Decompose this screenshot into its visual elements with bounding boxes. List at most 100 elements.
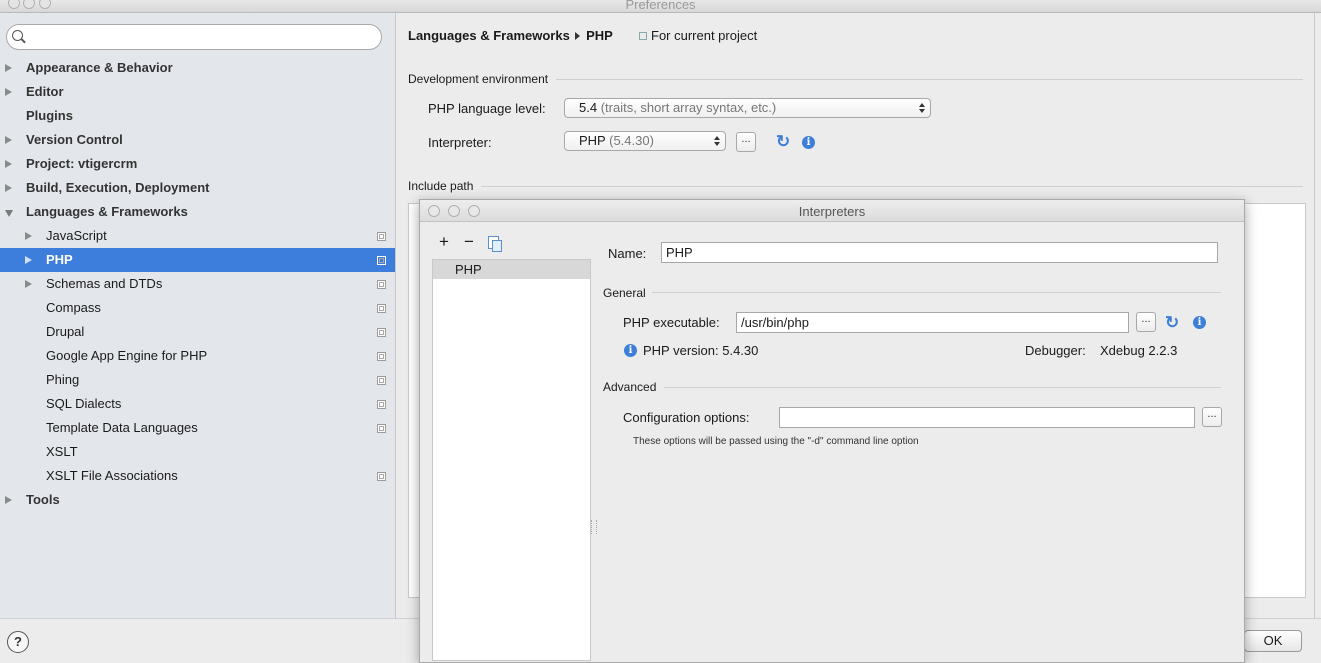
- sidebar-item[interactable]: Template Data Languages: [0, 416, 395, 440]
- sidebar-item[interactable]: Drupal: [0, 320, 395, 344]
- interpreters-dialog: Interpreters + − PHP Name: PHP General P…: [419, 199, 1245, 663]
- sidebar-item[interactable]: Compass: [0, 296, 395, 320]
- sidebar-item-label: Schemas and DTDs: [46, 276, 163, 291]
- php-executable-label: PHP executable:: [623, 315, 720, 330]
- debugger-label: Debugger:: [1025, 343, 1086, 358]
- expand-right-icon[interactable]: [5, 64, 12, 72]
- sidebar-item[interactable]: Build, Execution, Deployment: [0, 176, 395, 200]
- divider: [652, 292, 1221, 293]
- interpreter-select[interactable]: PHP (5.4.30): [564, 131, 726, 151]
- copy-interpreter-icon[interactable]: [488, 236, 502, 252]
- project-scope-icon: [377, 280, 386, 289]
- list-item[interactable]: PHP: [433, 260, 590, 279]
- expand-right-icon[interactable]: [5, 184, 12, 192]
- sidebar-item-label: PHP: [46, 252, 73, 267]
- expand-right-icon[interactable]: [5, 160, 12, 168]
- project-scope-icon: [377, 424, 386, 433]
- divider: [664, 387, 1221, 388]
- expand-right-icon[interactable]: [5, 136, 12, 144]
- expand-down-icon[interactable]: [5, 210, 13, 217]
- sidebar-item-label: Plugins: [26, 108, 73, 123]
- divider: [481, 186, 1303, 187]
- expand-right-icon[interactable]: [25, 232, 32, 240]
- project-scope-icon: [377, 256, 386, 265]
- info-icon[interactable]: i: [1193, 316, 1206, 329]
- project-scope-icon: [377, 304, 386, 313]
- add-interpreter-button[interactable]: +: [439, 233, 449, 250]
- php-executable-field[interactable]: /usr/bin/php: [736, 312, 1129, 333]
- sidebar-item[interactable]: XSLT: [0, 440, 395, 464]
- section-dev-environment: Development environment: [408, 72, 549, 86]
- configuration-options-field[interactable]: [779, 407, 1195, 428]
- ok-button[interactable]: OK: [1244, 630, 1302, 652]
- expand-right-icon[interactable]: [25, 280, 32, 288]
- name-field[interactable]: PHP: [661, 242, 1218, 263]
- executable-browse-button[interactable]: ...: [1136, 312, 1156, 332]
- reload-icon[interactable]: ↻: [1165, 314, 1179, 331]
- name-label: Name:: [608, 246, 647, 261]
- window-edge: [1314, 13, 1321, 618]
- sidebar-item[interactable]: PHP: [0, 248, 395, 272]
- language-level-label: PHP language level:: [428, 101, 546, 116]
- project-scope-icon: [377, 328, 386, 337]
- breadcrumb-current: PHP: [586, 28, 613, 43]
- project-scope-icon: [377, 352, 386, 361]
- sidebar-item-label: Tools: [26, 492, 60, 507]
- sidebar-item-label: Build, Execution, Deployment: [26, 180, 210, 195]
- sidebar-item[interactable]: Editor: [0, 80, 395, 104]
- sidebar-item[interactable]: Languages & Frameworks: [0, 200, 395, 224]
- project-scope-label: For current project: [651, 28, 758, 43]
- sidebar-item[interactable]: Project: vtigercrm: [0, 152, 395, 176]
- sidebar-item-label: Languages & Frameworks: [26, 204, 188, 219]
- sidebar-item[interactable]: Appearance & Behavior: [0, 56, 395, 80]
- configuration-options-label: Configuration options:: [623, 410, 750, 425]
- project-scope-icon: [377, 232, 386, 241]
- interpreter-browse-button[interactable]: ...: [736, 132, 756, 152]
- interpreter-label: Interpreter:: [428, 135, 492, 150]
- reload-icon[interactable]: ↻: [776, 133, 790, 150]
- splitter-handle[interactable]: [591, 520, 597, 534]
- sidebar-item-label: XSLT File Associations: [46, 468, 178, 483]
- configuration-browse-button[interactable]: ...: [1202, 407, 1222, 427]
- sidebar-item[interactable]: Schemas and DTDs: [0, 272, 395, 296]
- sidebar-item[interactable]: SQL Dialects: [0, 392, 395, 416]
- expand-right-icon[interactable]: [5, 88, 12, 96]
- project-scope-icon: [377, 376, 386, 385]
- search-input[interactable]: [6, 24, 382, 50]
- debugger-value: Xdebug 2.2.3: [1100, 343, 1178, 358]
- interpreter-list[interactable]: PHP: [432, 259, 591, 661]
- sidebar-item-label: Version Control: [26, 132, 123, 147]
- dialog-title: Interpreters: [798, 204, 866, 219]
- info-icon: i: [624, 344, 637, 357]
- help-button[interactable]: ?: [7, 631, 29, 653]
- sidebar-item[interactable]: Google App Engine for PHP: [0, 344, 395, 368]
- configuration-note: These options will be passed using the "…: [633, 436, 919, 447]
- section-include-path: Include path: [408, 179, 474, 193]
- sidebar-item[interactable]: XSLT File Associations: [0, 464, 395, 488]
- sidebar-item[interactable]: JavaScript: [0, 224, 395, 248]
- remove-interpreter-button[interactable]: −: [464, 233, 474, 250]
- sidebar-item[interactable]: Tools: [0, 488, 395, 512]
- dialog-titlebar: Interpreters: [420, 200, 1244, 222]
- language-level-select[interactable]: 5.4 (traits, short array syntax, etc.): [564, 98, 931, 118]
- sidebar-item[interactable]: Plugins: [0, 104, 395, 128]
- sidebar-item-label: Phing: [46, 372, 80, 387]
- sidebar-item-label: Appearance & Behavior: [26, 60, 173, 75]
- sidebar-item-label: Editor: [26, 84, 64, 99]
- sidebar-item[interactable]: Phing: [0, 368, 395, 392]
- select-arrows-icon: [919, 103, 925, 113]
- divider: [556, 79, 1303, 80]
- expand-right-icon[interactable]: [25, 256, 32, 264]
- project-scope-icon: [639, 32, 647, 40]
- info-icon[interactable]: i: [802, 136, 815, 149]
- interpreter-version: (5.4.30): [609, 133, 654, 148]
- search-icon: [12, 30, 23, 41]
- sidebar-item-label: Template Data Languages: [46, 420, 198, 435]
- sidebar-item[interactable]: Version Control: [0, 128, 395, 152]
- window-titlebar: Preferences: [0, 0, 1321, 13]
- breadcrumb-parent: Languages & Frameworks: [408, 28, 570, 43]
- interpreter-value: PHP: [579, 133, 606, 148]
- window-title: Preferences: [625, 0, 696, 12]
- project-scope-icon: [377, 400, 386, 409]
- expand-right-icon[interactable]: [5, 496, 12, 504]
